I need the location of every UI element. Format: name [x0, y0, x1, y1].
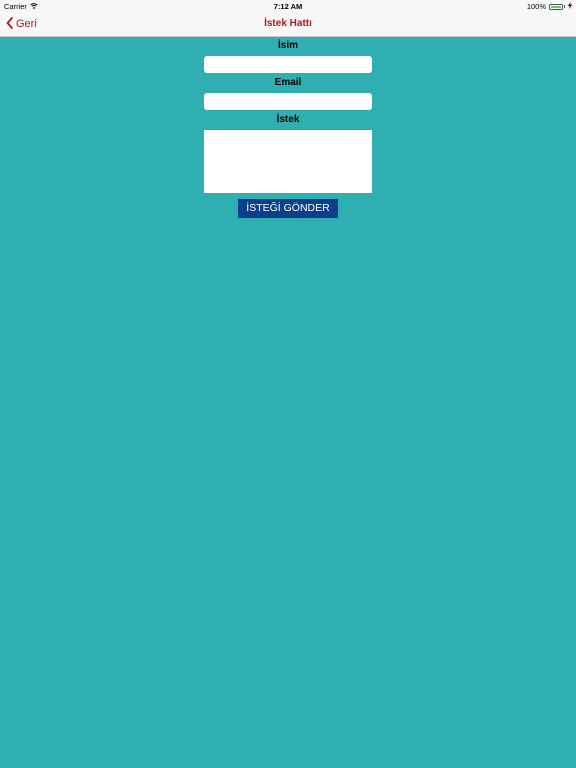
request-label: İstek [276, 114, 300, 125]
name-input[interactable] [204, 56, 372, 73]
status-time: 7:12 AM [273, 2, 303, 11]
request-textarea[interactable] [204, 130, 372, 193]
email-input[interactable] [204, 93, 372, 110]
name-label: İsim [277, 40, 298, 51]
battery-percent: 100% [526, 2, 546, 11]
email-label: Email [274, 77, 302, 88]
status-bar: Carrier 7:12 AM 100% [0, 0, 576, 12]
submit-wrapper: İSTEĞİ GÖNDER [204, 198, 372, 218]
navigation-bar: Geri İstek Hattı [0, 12, 576, 37]
battery-tip-icon [564, 5, 565, 8]
status-right: 100% [527, 2, 572, 11]
battery-icon [549, 3, 563, 10]
charging-icon [568, 2, 572, 11]
page-title: İstek Hattı [264, 18, 312, 29]
request-form: İsim Email İstek İSTEĞİ GÖNDER [204, 36, 372, 218]
submit-request-button[interactable]: İSTEĞİ GÖNDER [238, 199, 338, 218]
